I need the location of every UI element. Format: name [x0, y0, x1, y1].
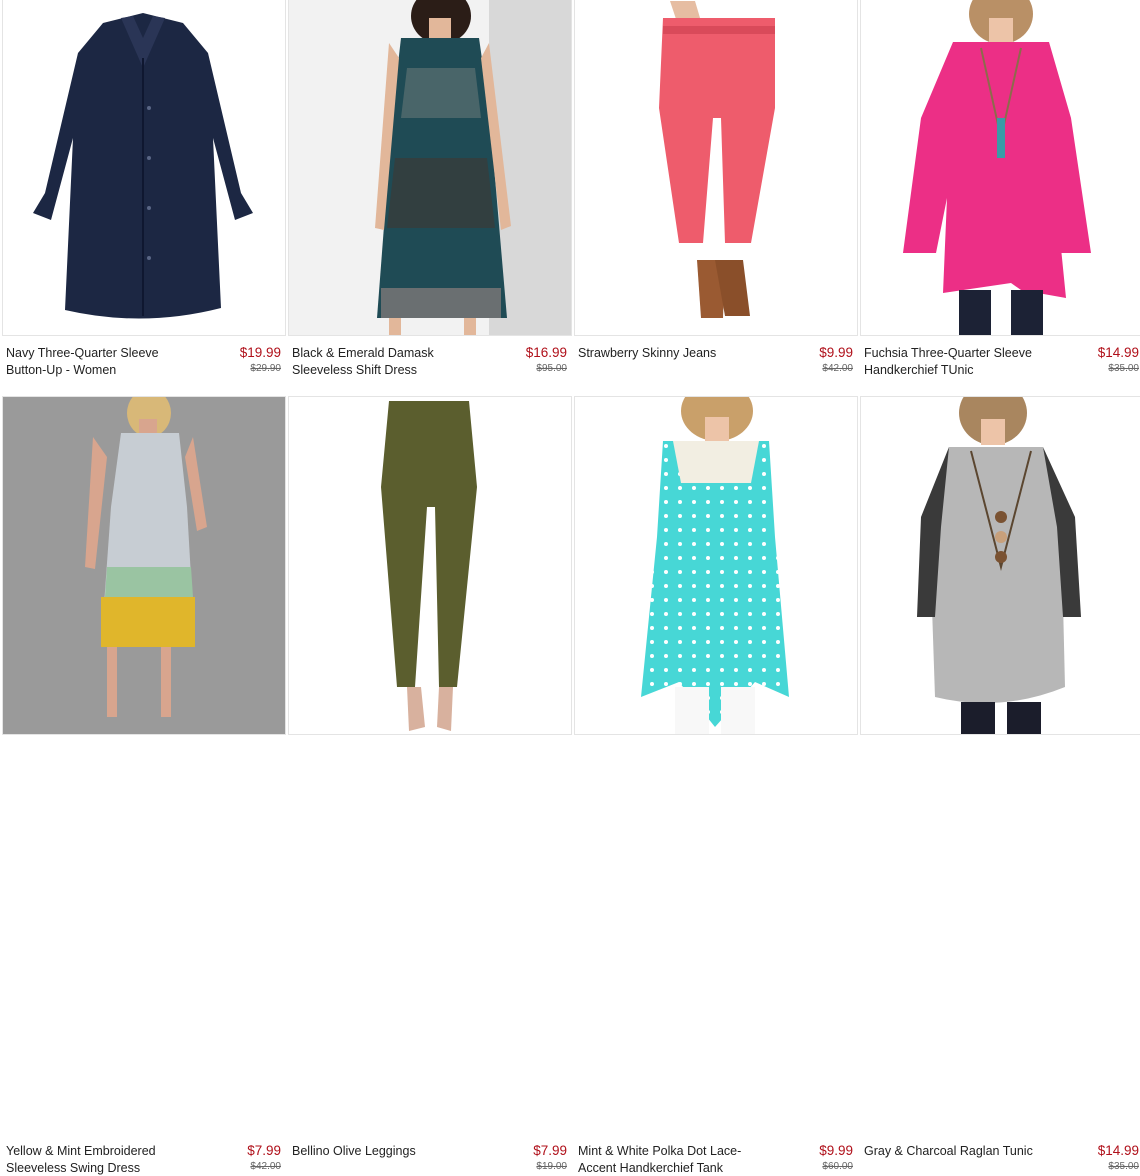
original-price: $29.90 — [250, 363, 281, 374]
product-image-raglan-tunic[interactable] — [860, 396, 1140, 735]
product-image-damask-dress[interactable] — [288, 0, 572, 336]
product-title[interactable]: Black & Emerald Damask Sleeveless Shift … — [292, 345, 488, 378]
original-price: $42.00 — [822, 363, 853, 374]
product-info[interactable]: Navy Three-Quarter Sleeve Button-Up - Wo… — [2, 338, 286, 378]
product-image-strawberry-jeans[interactable] — [574, 0, 858, 336]
sale-price: $14.99 — [1097, 345, 1139, 360]
product-image-olive-leggings[interactable] — [288, 396, 572, 735]
sale-price: $7.99 — [247, 1143, 281, 1158]
product-info[interactable]: Mint & White Polka Dot Lace-Accent Handk… — [574, 1136, 858, 1176]
product-info[interactable]: Fuchsia Three-Quarter Sleeve Handkerchie… — [860, 338, 1140, 378]
product-title[interactable]: Gray & Charcoal Raglan Tunic — [864, 1143, 1060, 1160]
product-title[interactable]: Yellow & Mint Embroidered Sleeveless Swi… — [6, 1143, 202, 1176]
original-price: $95.00 — [536, 363, 567, 374]
original-price: $35.00 — [1108, 1161, 1139, 1172]
original-price: $19.00 — [536, 1161, 567, 1172]
sale-price: $7.99 — [533, 1143, 567, 1158]
product-title[interactable]: Fuchsia Three-Quarter Sleeve Handkerchie… — [864, 345, 1060, 378]
product-grid: Navy Three-Quarter Sleeve Button-Up - Wo… — [0, 0, 1140, 1175]
sale-price: $16.99 — [525, 345, 567, 360]
product-info[interactable]: Gray & Charcoal Raglan Tunic $14.99 $35.… — [860, 1136, 1140, 1176]
original-price: $60.00 — [822, 1161, 853, 1172]
product-title[interactable]: Strawberry Skinny Jeans — [578, 345, 774, 362]
product-image-swing-dress[interactable] — [2, 396, 286, 735]
product-info[interactable]: Yellow & Mint Embroidered Sleeveless Swi… — [2, 1136, 286, 1176]
sale-price: $19.99 — [239, 345, 281, 360]
sale-price: $9.99 — [819, 1143, 853, 1158]
product-title[interactable]: Navy Three-Quarter Sleeve Button-Up - Wo… — [6, 345, 202, 378]
product-info[interactable]: Black & Emerald Damask Sleeveless Shift … — [288, 338, 572, 378]
product-image-navy-shirt[interactable] — [2, 0, 286, 336]
original-price: $35.00 — [1108, 363, 1139, 374]
product-image-fuchsia-tunic[interactable] — [860, 0, 1140, 336]
product-image-polka-dot-tank[interactable] — [574, 396, 858, 735]
product-title[interactable]: Mint & White Polka Dot Lace-Accent Handk… — [578, 1143, 774, 1176]
product-info[interactable]: Strawberry Skinny Jeans $9.99 $42.00 — [574, 338, 858, 378]
original-price: $42.00 — [250, 1161, 281, 1172]
product-title[interactable]: Bellino Olive Leggings — [292, 1143, 488, 1160]
product-info[interactable]: Bellino Olive Leggings $7.99 $19.00 — [288, 1136, 572, 1176]
sale-price: $14.99 — [1097, 1143, 1139, 1158]
sale-price: $9.99 — [819, 345, 853, 360]
